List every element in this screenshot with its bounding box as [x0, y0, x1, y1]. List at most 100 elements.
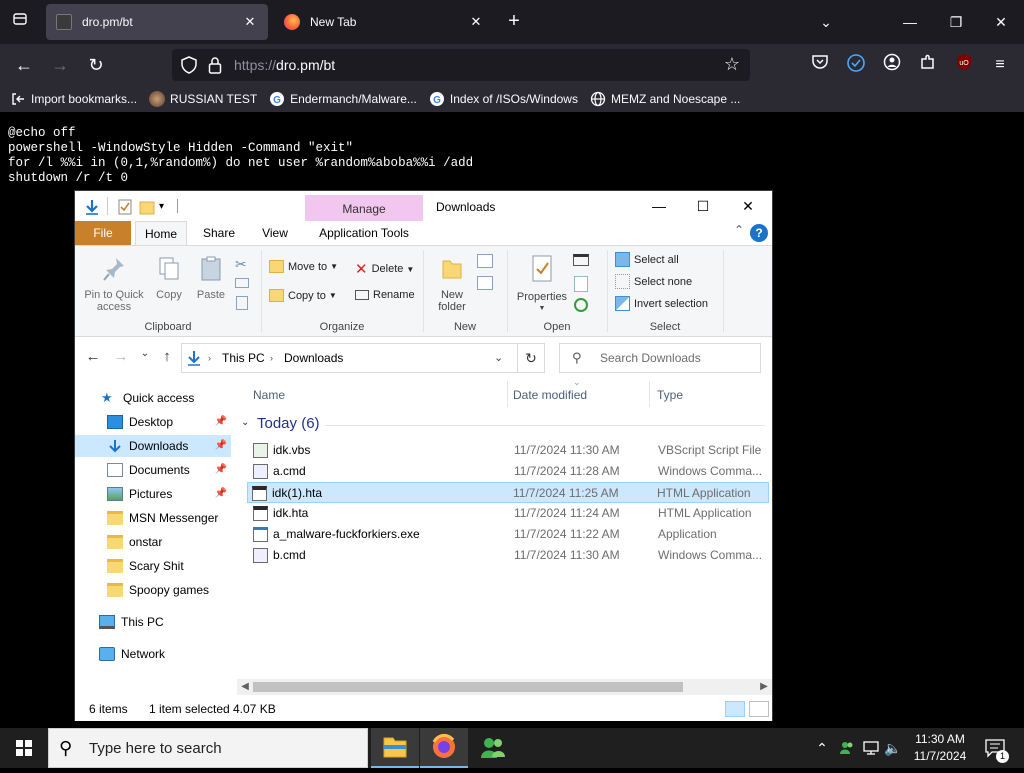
- explorer-maximize-icon[interactable]: ☐: [683, 195, 723, 217]
- forward-button[interactable]: →: [46, 52, 74, 78]
- new-folder-qat-icon[interactable]: [139, 198, 155, 216]
- copy-to-button[interactable]: Copy to ▼: [269, 289, 337, 302]
- select-all-button[interactable]: Select all: [615, 252, 679, 267]
- delete-button[interactable]: ✕ Delete ▼: [355, 260, 414, 278]
- close-tab-icon[interactable]: ✕: [242, 14, 258, 30]
- tab-share[interactable]: Share: [195, 221, 243, 245]
- file-row[interactable]: a.cmd 11/7/2024 11:28 AM Windows Comma..…: [249, 461, 771, 482]
- tab-application-tools[interactable]: Application Tools: [307, 221, 421, 245]
- address-bar[interactable]: › This PC › Downloads ⌄: [181, 343, 545, 373]
- tab-file[interactable]: File: [75, 221, 131, 245]
- help-icon[interactable]: ?: [750, 224, 768, 242]
- up-folder-icon[interactable]: ↑: [157, 348, 177, 365]
- paste-button[interactable]: Paste: [193, 256, 229, 301]
- notifications-button[interactable]: 1: [980, 728, 1010, 768]
- edit-icon[interactable]: [574, 276, 588, 292]
- file-row[interactable]: idk.hta 11/7/2024 11:24 AM HTML Applicat…: [249, 503, 771, 524]
- properties-check-icon[interactable]: [117, 198, 133, 216]
- tab-home[interactable]: Home: [135, 221, 187, 245]
- breadcrumb-this-pc[interactable]: This PC: [222, 344, 265, 372]
- tab-overflow-chevron-icon[interactable]: ⌄: [812, 8, 840, 36]
- nav-this-pc[interactable]: This PC: [75, 611, 231, 633]
- column-separator[interactable]: [649, 381, 650, 407]
- column-header-name[interactable]: Name: [253, 385, 285, 405]
- account-icon[interactable]: [880, 53, 904, 77]
- nav-downloads[interactable]: Downloads 📌: [75, 435, 231, 457]
- tab-new-tab[interactable]: New Tab ✕: [274, 4, 494, 40]
- tracking-shield-icon[interactable]: [180, 56, 198, 74]
- group-collapse-icon[interactable]: ⌄: [241, 417, 249, 428]
- easy-access-icon[interactable]: [477, 276, 493, 290]
- large-icons-view-icon[interactable]: [749, 701, 769, 717]
- explorer-forward-icon[interactable]: →: [111, 348, 131, 365]
- extension-check-icon[interactable]: [844, 53, 868, 77]
- search-box[interactable]: ⚲ Search Downloads: [559, 343, 761, 373]
- bookmark-endermanch[interactable]: G Endermanch/Malware...: [269, 91, 417, 107]
- column-header-date[interactable]: Date modified: [513, 385, 587, 405]
- manage-contextual-tab[interactable]: Manage: [305, 195, 423, 221]
- tab-dro-pm[interactable]: dro.pm/bt ✕: [46, 4, 268, 40]
- network-tray-icon[interactable]: [860, 728, 882, 768]
- url-text[interactable]: https://dro.pm/bt: [234, 49, 335, 81]
- nav-network[interactable]: Network: [75, 643, 231, 665]
- explorer-back-icon[interactable]: ←: [83, 348, 103, 365]
- column-separator[interactable]: [507, 381, 508, 407]
- history-icon[interactable]: [574, 298, 588, 312]
- nav-msn-messenger[interactable]: MSN Messenger: [75, 507, 231, 529]
- url-bar[interactable]: https://dro.pm/bt ☆: [172, 49, 750, 81]
- details-view-icon[interactable]: [725, 701, 745, 717]
- copy-path-icon[interactable]: [235, 278, 249, 288]
- back-button[interactable]: ←: [10, 52, 38, 78]
- file-row[interactable]: b.cmd 11/7/2024 11:30 AM Windows Comma..…: [249, 545, 771, 566]
- bookmark-russian-test[interactable]: RUSSIAN TEST: [149, 91, 257, 107]
- nav-spoopy-games[interactable]: Spoopy games: [75, 579, 231, 601]
- tab-view[interactable]: View: [251, 221, 299, 245]
- nav-documents[interactable]: Documents 📌: [75, 459, 231, 481]
- nav-onstar[interactable]: onstar: [75, 531, 231, 553]
- paste-shortcut-icon[interactable]: [236, 296, 248, 310]
- extensions-puzzle-icon[interactable]: [916, 53, 940, 77]
- open-icon[interactable]: [573, 254, 589, 266]
- ribbon-collapse-icon[interactable]: ⌃: [734, 223, 744, 237]
- bookmark-memz[interactable]: MEMZ and Noescape ...: [590, 91, 740, 107]
- msn-tray-icon[interactable]: [836, 728, 858, 768]
- new-item-icon[interactable]: [477, 254, 493, 268]
- reload-button[interactable]: ↻: [82, 52, 110, 78]
- copy-button[interactable]: Copy: [151, 256, 187, 301]
- scroll-left-icon[interactable]: ◀: [237, 679, 253, 695]
- breadcrumb-downloads[interactable]: Downloads: [284, 344, 343, 372]
- menu-hamburger-icon[interactable]: ≡: [988, 53, 1012, 77]
- address-dropdown-icon[interactable]: ⌄: [494, 344, 503, 372]
- taskbar-firefox[interactable]: [420, 728, 468, 768]
- recent-locations-icon[interactable]: ⌄: [135, 348, 155, 359]
- close-window-icon[interactable]: ✕: [987, 8, 1015, 36]
- bookmark-index-isos[interactable]: G Index of /ISOs/Windows: [429, 91, 578, 107]
- volume-icon[interactable]: 🔈: [882, 728, 904, 768]
- scroll-thumb[interactable]: [253, 682, 683, 692]
- nav-scary-shit[interactable]: Scary Shit: [75, 555, 231, 577]
- taskbar-clock[interactable]: 11:30 AM 11/7/2024: [906, 731, 974, 765]
- taskbar-file-explorer[interactable]: [371, 728, 419, 768]
- nav-pictures[interactable]: Pictures 📌: [75, 483, 231, 505]
- properties-button[interactable]: Properties ▼: [511, 254, 573, 315]
- taskbar-search-box[interactable]: ⚲ Type here to search: [48, 728, 368, 768]
- nav-desktop[interactable]: Desktop 📌: [75, 411, 231, 433]
- select-none-button[interactable]: Select none: [615, 274, 692, 289]
- list-all-tabs-icon[interactable]: [8, 10, 32, 34]
- explorer-close-icon[interactable]: ✕: [728, 195, 768, 217]
- invert-selection-button[interactable]: Invert selection: [615, 296, 708, 311]
- horizontal-scrollbar[interactable]: ◀ ▶: [237, 679, 772, 695]
- bookmark-import[interactable]: Import bookmarks...: [10, 91, 137, 107]
- move-to-button[interactable]: Move to ▼: [269, 260, 338, 273]
- qat-dropdown-icon[interactable]: ▾: [159, 198, 164, 216]
- lock-icon[interactable]: [208, 56, 222, 74]
- ublock-origin-icon[interactable]: uO: [952, 53, 976, 77]
- group-header-today[interactable]: Today (6): [257, 415, 320, 432]
- file-row-selected[interactable]: idk(1).hta 11/7/2024 11:25 AM HTML Appli…: [247, 482, 769, 503]
- file-row[interactable]: a_malware-fuckforkiers.exe 11/7/2024 11:…: [249, 524, 771, 545]
- rename-button[interactable]: Rename: [355, 289, 415, 301]
- refresh-button[interactable]: ↻: [517, 343, 545, 373]
- scroll-right-icon[interactable]: ▶: [756, 679, 772, 695]
- close-tab-icon[interactable]: ✕: [468, 14, 484, 30]
- cut-icon[interactable]: ✂: [235, 256, 247, 273]
